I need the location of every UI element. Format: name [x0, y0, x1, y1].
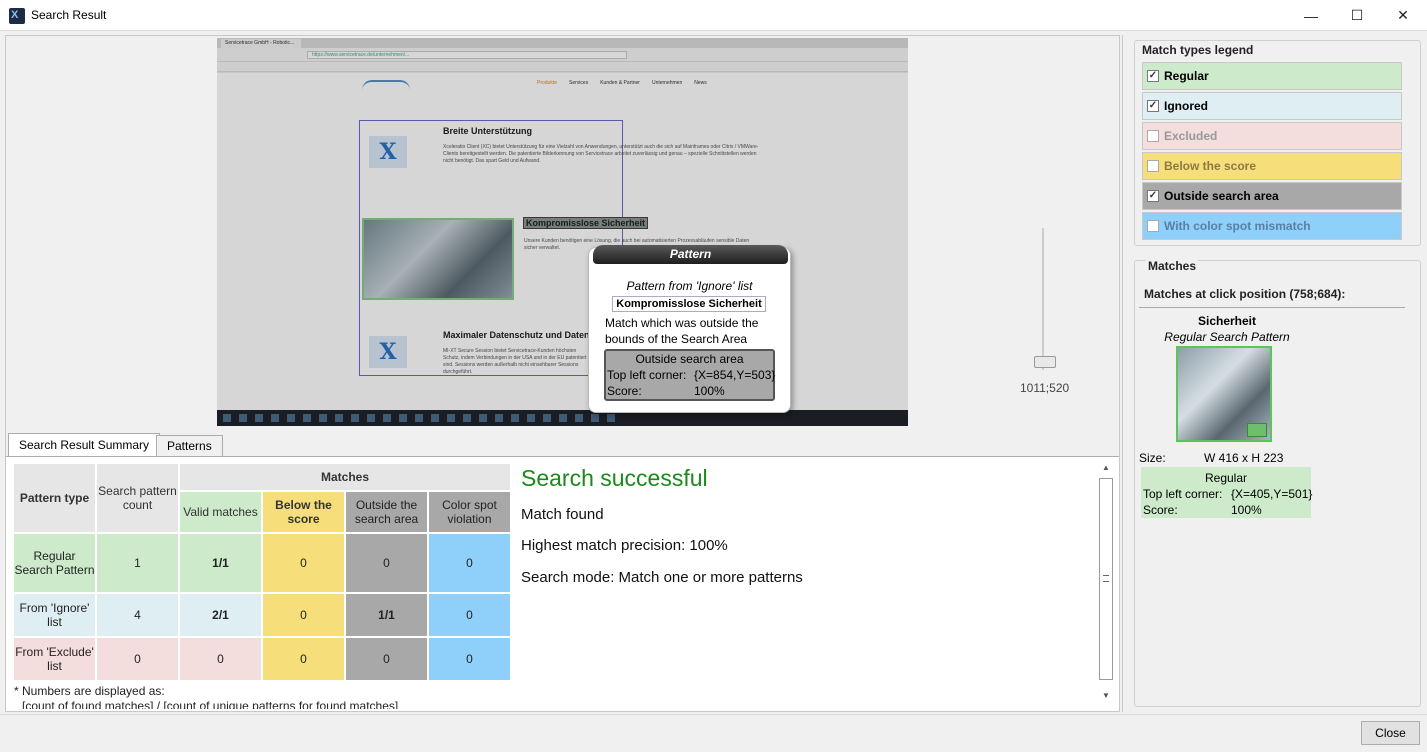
legend-excluded[interactable]: Excluded [1142, 122, 1402, 150]
scroll-up-icon[interactable]: ▲ [1102, 463, 1110, 472]
tab-patterns[interactable]: Patterns [156, 435, 223, 457]
row-outside: 1/1 [346, 594, 427, 636]
row-outside: 0 [346, 534, 427, 592]
pattern-text: Kompromisslose Sicherheit [612, 296, 766, 312]
corner-label: Top left corner: [607, 368, 687, 382]
size-value: W 416 x H 223 [1204, 451, 1284, 465]
header-pattern-type: Pattern type [14, 464, 95, 532]
checkbox-icon[interactable]: ✓ [1147, 190, 1159, 202]
row-valid: 0 [180, 638, 261, 680]
pattern-tooltip-title: Pattern [593, 245, 788, 264]
checkbox-icon[interactable]: ✓ [1147, 70, 1159, 82]
row-count: 0 [97, 638, 178, 680]
outside-area-title: Outside search area [635, 352, 744, 366]
scroll-thumb[interactable] [1099, 478, 1113, 680]
checkbox-icon[interactable] [1147, 130, 1159, 142]
row-valid: 1/1 [180, 534, 261, 592]
title-bar [0, 0, 1427, 31]
row-count: 4 [97, 594, 178, 636]
corner-label: Top left corner: [1143, 487, 1223, 501]
size-label: Size: [1139, 451, 1166, 465]
pattern-description: Match which was outside the bounds of th… [605, 316, 759, 346]
result-line: Search mode: Match one or more patterns [521, 569, 803, 586]
score-value: 100% [694, 384, 725, 398]
tab-search-result-summary[interactable]: Search Result Summary [8, 433, 161, 458]
legend-color-mismatch[interactable]: With color spot mismatch [1142, 212, 1402, 240]
result-title: Search successful [521, 465, 708, 491]
maximize-button[interactable]: ☐ [1334, 0, 1380, 31]
app-icon: X [9, 8, 25, 24]
matches-title: Matches [1146, 259, 1199, 273]
minimize-button[interactable]: — [1288, 0, 1334, 31]
bottom-bar [0, 714, 1427, 752]
click-position: Matches at click position (758;684): [1144, 287, 1346, 301]
score-label: Score: [1143, 503, 1178, 517]
legend-below-score[interactable]: Below the score [1142, 152, 1402, 180]
pattern-source: Pattern from 'Ignore' list [626, 279, 753, 293]
summary-table: Pattern type Search pattern count Matche… [12, 462, 512, 682]
legend-title: Match types legend [1142, 43, 1254, 57]
header-valid: Valid matches [180, 492, 261, 532]
row-type: From 'Ignore' list [14, 594, 95, 636]
header-outside: Outside the search area [346, 492, 427, 532]
result-line: Highest match precision: 100% [521, 537, 728, 554]
checkbox-icon[interactable] [1147, 220, 1159, 232]
corner-value: {X=405,Y=501} [1231, 487, 1313, 501]
header-matches: Matches [180, 464, 510, 490]
match-name: Sicherheit [1197, 314, 1257, 328]
row-below: 0 [263, 594, 344, 636]
row-below: 0 [263, 534, 344, 592]
row-valid: 2/1 [180, 594, 261, 636]
row-outside: 0 [346, 638, 427, 680]
match-detail-title: Regular [1204, 471, 1248, 485]
close-window-button[interactable]: ✕ [1380, 0, 1426, 31]
captured-screenshot[interactable]: Servicetrace GmbH - Robotic... https://w… [217, 38, 908, 426]
header-below: Below the score [263, 492, 344, 532]
close-button[interactable]: Close [1361, 721, 1420, 745]
legend-regular[interactable]: ✓ Regular [1142, 62, 1402, 90]
footnote: * Numbers are displayed as: [14, 684, 165, 698]
score-value: 100% [1231, 503, 1262, 517]
row-below: 0 [263, 638, 344, 680]
row-color: 0 [429, 534, 510, 592]
scroll-down-icon[interactable]: ▼ [1102, 691, 1110, 700]
summary-scrollbar[interactable]: ▲ ▼ [1097, 461, 1115, 704]
divider [1139, 307, 1405, 308]
legend-outside-area[interactable]: ✓ Outside search area [1142, 182, 1402, 210]
coordinate-readout: 1011;520 [1020, 381, 1070, 395]
match-kind: Regular Search Pattern [1164, 330, 1290, 344]
zoom-slider-track[interactable] [1042, 228, 1044, 370]
row-color: 0 [429, 638, 510, 680]
image-icon [1247, 423, 1267, 437]
zoom-slider-thumb[interactable] [1034, 356, 1056, 368]
row-color: 0 [429, 594, 510, 636]
header-search-count: Search pattern count [97, 464, 178, 532]
legend-ignored[interactable]: ✓ Ignored [1142, 92, 1402, 120]
row-count: 1 [97, 534, 178, 592]
row-type: From 'Exclude' list [14, 638, 95, 680]
row-type: Regular Search Pattern [14, 534, 95, 592]
header-color: Color spot violation [429, 492, 510, 532]
result-line: Match found [521, 506, 604, 523]
score-label: Score: [607, 384, 642, 398]
checkbox-icon[interactable]: ✓ [1147, 100, 1159, 112]
match-thumbnail[interactable] [1176, 346, 1272, 442]
checkbox-icon[interactable] [1147, 160, 1159, 172]
corner-value: {X=854,Y=503} [694, 368, 776, 382]
footnote-detail: [count of found matches] / [count of uni… [22, 700, 399, 709]
window-title: Search Result [31, 8, 107, 22]
